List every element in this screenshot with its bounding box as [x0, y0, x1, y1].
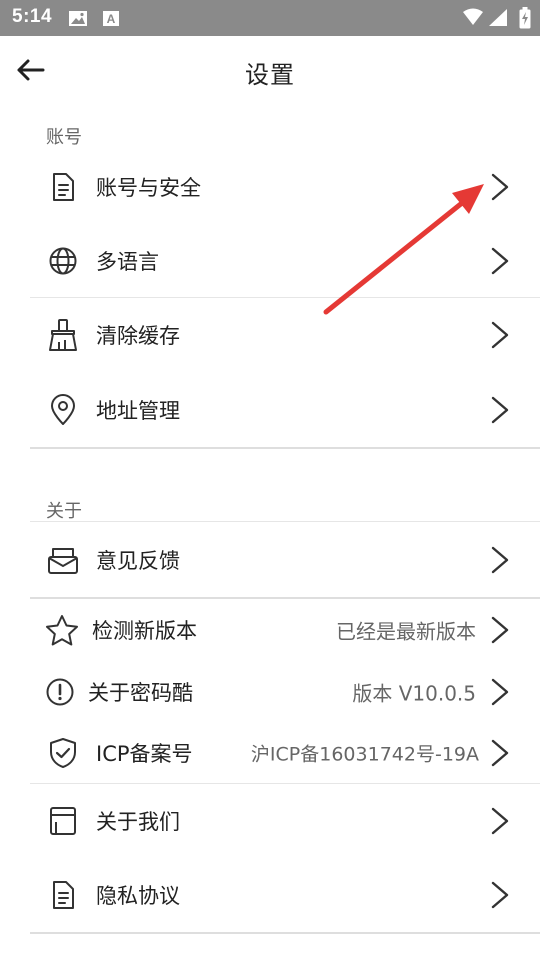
status-bar: 5:14 A — [0, 0, 540, 36]
document-icon — [49, 171, 77, 203]
settings-item-address[interactable]: 地址管理 — [0, 372, 540, 448]
chevron-right-icon — [491, 247, 509, 275]
settings-item-label: 账号与安全 — [96, 176, 201, 200]
settings-item-clear-cache[interactable]: 清除缓存 — [0, 298, 540, 372]
chevron-right-icon — [491, 616, 509, 644]
signal-icon — [488, 8, 508, 31]
svg-text:A: A — [107, 12, 116, 26]
document-icon — [49, 879, 77, 911]
battery-icon — [519, 7, 531, 33]
settings-item-about-us[interactable]: 关于我们 — [0, 784, 540, 858]
settings-item-feedback[interactable]: 意见反馈 — [0, 522, 540, 597]
section-divider — [30, 447, 540, 449]
settings-item-label: 意见反馈 — [96, 548, 180, 573]
settings-item-label: 检测新版本 — [92, 619, 197, 643]
chevron-right-icon — [491, 678, 509, 706]
broom-icon — [47, 318, 79, 352]
chevron-right-icon — [491, 173, 509, 201]
location-pin-icon — [49, 393, 77, 427]
settings-item-value: 已经是最新版本 — [336, 619, 476, 644]
a-notification-icon: A — [102, 10, 120, 31]
wifi-icon — [462, 8, 484, 30]
star-icon — [45, 613, 79, 647]
info-circle-icon — [44, 676, 76, 708]
title-bar: 设置 — [0, 36, 540, 106]
section-label-about: 关于 — [46, 501, 82, 522]
settings-item-value: 版本 V10.0.5 — [352, 681, 476, 706]
page-title: 设置 — [245, 61, 295, 89]
settings-item-icp[interactable]: ICP备案号 沪ICP备16031742号-19A — [0, 723, 540, 783]
chevron-right-icon — [491, 739, 509, 767]
settings-item-label: 地址管理 — [96, 399, 180, 423]
card-icon — [48, 805, 78, 837]
settings-item-label: ICP备案号 — [96, 742, 193, 766]
image-icon — [68, 10, 88, 31]
settings-item-privacy[interactable]: 隐私协议 — [0, 858, 540, 932]
settings-item-label: 关于密码酷 — [88, 681, 193, 705]
chevron-right-icon — [491, 807, 509, 835]
settings-item-check-update[interactable]: 检测新版本 已经是最新版本 — [0, 599, 540, 661]
mail-box-icon — [47, 544, 79, 576]
settings-item-value: 沪ICP备16031742号-19A — [250, 743, 479, 766]
globe-icon — [47, 245, 79, 277]
section-label-account: 账号 — [46, 127, 82, 148]
settings-item-label: 隐私协议 — [96, 884, 180, 908]
settings-item-label: 关于我们 — [96, 810, 180, 834]
chevron-right-icon — [491, 546, 509, 573]
section-divider — [30, 932, 540, 934]
status-time: 5:14 — [12, 6, 53, 27]
settings-item-language[interactable]: 多语言 — [0, 224, 540, 298]
settings-item-label: 清除缓存 — [96, 324, 180, 348]
settings-item-about-app[interactable]: 关于密码酷 版本 V10.0.5 — [0, 661, 540, 723]
chevron-right-icon — [491, 321, 509, 349]
chevron-right-icon — [491, 881, 509, 909]
shield-check-icon — [48, 737, 78, 769]
chevron-right-icon — [491, 396, 509, 424]
settings-item-label: 多语言 — [96, 250, 159, 274]
settings-item-account-security[interactable]: 账号与安全 — [0, 150, 540, 224]
